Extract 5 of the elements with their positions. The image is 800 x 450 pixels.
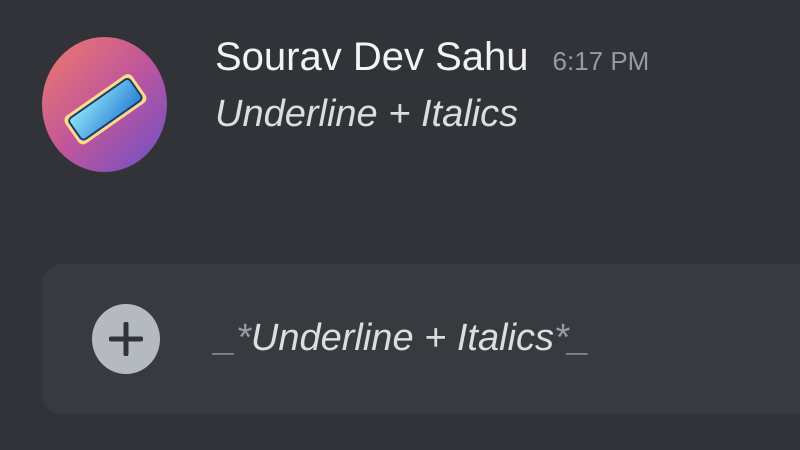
message-timestamp: 6:17 PM xyxy=(552,48,650,74)
avatar-phone-drawing[interactable] xyxy=(42,37,167,172)
message-text: Underline + Italics xyxy=(215,95,520,133)
author-name[interactable]: Sourav Dev Sahu xyxy=(215,37,529,77)
plus-icon xyxy=(109,322,143,356)
